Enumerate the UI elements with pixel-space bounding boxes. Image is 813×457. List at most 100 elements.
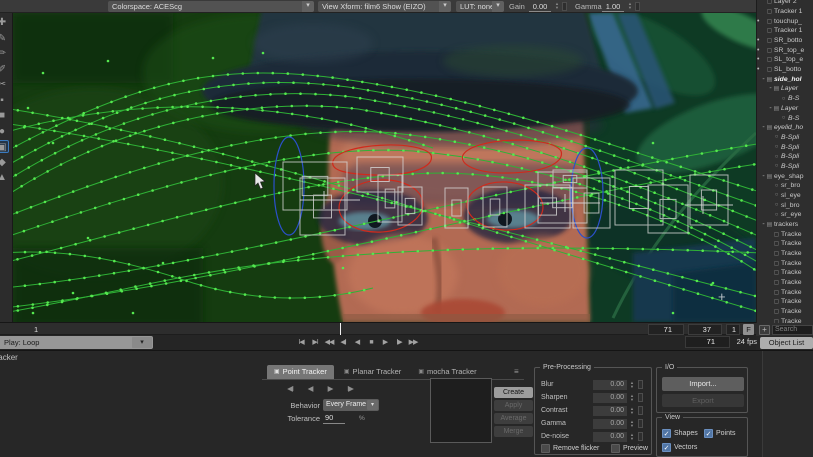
cut-tool-icon[interactable]: ✂: [0, 78, 9, 91]
step-back-button[interactable]: ◀I: [336, 336, 350, 349]
tree-item-b-s[interactable]: ○ B-S: [757, 113, 813, 123]
lut-dropdown[interactable]: LUT: none ▾: [456, 1, 504, 12]
tree-item-tracke[interactable]: ▢ Tracke: [757, 249, 813, 259]
step-field[interactable]: 1: [726, 324, 740, 335]
tree-item-sr-top-e[interactable]: • ▢ SR_top_e: [757, 45, 813, 55]
panel-menu-icon[interactable]: ≡: [514, 367, 519, 376]
param-spinner[interactable]: ▲ ▼: [629, 381, 635, 389]
tree-item-layer[interactable]: - ▤ Layer: [757, 84, 813, 94]
tree-item-layer[interactable]: - ▤ Layer: [757, 103, 813, 113]
tree-item-tracke[interactable]: ▢ Tracke: [757, 258, 813, 268]
play-reverse-button[interactable]: ◀: [350, 336, 364, 349]
current-frame-field[interactable]: 37: [688, 324, 722, 335]
tab-mocha-tracker[interactable]: ▣ mocha Tracker: [411, 365, 483, 379]
tree-item-layer-2[interactable]: ▢ Layer 2: [757, 0, 813, 7]
param-anim-button[interactable]: [638, 406, 643, 415]
param-anim-button[interactable]: [638, 432, 643, 441]
tree-item-eyelid-ho[interactable]: - ▤ eyelid_ho: [757, 123, 813, 133]
stop-button[interactable]: ■: [364, 336, 378, 349]
preview-checkbox[interactable]: [611, 444, 620, 453]
play-button[interactable]: ▶: [378, 336, 392, 349]
tree-item-tracke[interactable]: ▢ Tracke: [757, 229, 813, 239]
pen-tool-icon[interactable]: ✎: [0, 32, 9, 45]
colorspace-dropdown[interactable]: Colorspace: ACEScg ▾: [108, 1, 314, 12]
step-forward-button[interactable]: I▶: [392, 336, 406, 349]
merge-button[interactable]: Merge: [494, 426, 533, 437]
param-spinner[interactable]: ▲ ▼: [629, 433, 635, 441]
draw-tool-icon[interactable]: ✐: [0, 63, 9, 76]
gamma-field[interactable]: 0.00: [593, 419, 627, 429]
fast-forward-button[interactable]: ▶▶: [406, 336, 420, 349]
tree-item-side-hol[interactable]: - ▤ side_hol: [757, 74, 813, 84]
tree-item-sl-top-e[interactable]: • ▢ SL_top_e: [757, 55, 813, 65]
track-forward-button[interactable]: ▶: [320, 384, 340, 393]
zoom-tool-icon[interactable]: ▲: [0, 171, 9, 184]
tree-item-sr-bro[interactable]: ○ sr_bro: [757, 181, 813, 191]
remove-flicker-checkbox[interactable]: [541, 444, 550, 453]
de-noise-field[interactable]: 0.00: [593, 432, 627, 442]
add-object-button[interactable]: +: [759, 325, 770, 335]
tree-item-trackers[interactable]: - ▤ trackers: [757, 220, 813, 230]
shapes-checkbox[interactable]: ✓: [662, 429, 671, 438]
view-xform-dropdown[interactable]: View Xform: film6 Show (EIZO) ▾: [318, 1, 451, 12]
tracker-tool-icon[interactable]: ▣: [0, 140, 9, 153]
param-anim-button[interactable]: [638, 393, 643, 402]
param-anim-button[interactable]: [638, 380, 643, 389]
fit-timeline-button[interactable]: F: [743, 324, 754, 335]
tree-item-sl-eye[interactable]: ○ sl_eye: [757, 191, 813, 201]
behavior-dropdown[interactable]: Every Frame ▾: [323, 399, 379, 411]
gain-anim-button[interactable]: [562, 2, 567, 11]
create-button[interactable]: Create: [494, 387, 533, 398]
tree-item-tracke[interactable]: ▢ Tracke: [757, 239, 813, 249]
gamma-anim-button[interactable]: [635, 2, 640, 11]
pencil-tool-icon[interactable]: ✏: [0, 47, 9, 60]
rect-tool-icon[interactable]: ■: [0, 109, 9, 122]
play-mode-dropdown[interactable]: Play: Loop ▾: [0, 336, 153, 349]
tree-item-tracke[interactable]: ▢ Tracke: [757, 307, 813, 317]
track-back-button[interactable]: ◀: [300, 384, 320, 393]
points-checkbox[interactable]: ✓: [704, 429, 713, 438]
tree-item-tracke[interactable]: ▢ Tracke: [757, 287, 813, 297]
object-list-button[interactable]: Object List: [760, 337, 813, 349]
tree-item-sr-eye[interactable]: ○ sr_eye: [757, 210, 813, 220]
sharpen-field[interactable]: 0.00: [593, 393, 627, 403]
param-spinner[interactable]: ▲ ▼: [629, 407, 635, 415]
tree-item-tracke[interactable]: ▢ Tracke: [757, 297, 813, 307]
viewer-canvas[interactable]: +: [13, 13, 756, 322]
import-button[interactable]: Import...: [662, 377, 744, 391]
tree-item-tracker-1[interactable]: ▢ Tracker 1: [757, 26, 813, 36]
tree-item-b-s[interactable]: ○ B-S: [757, 94, 813, 104]
tree-item-b-spli[interactable]: ○ B-Spli: [757, 133, 813, 143]
tree-item-sr-botto[interactable]: • ▢ SR_botto: [757, 36, 813, 46]
tree-item-b-spli[interactable]: ○ B-Spli: [757, 152, 813, 162]
search-input[interactable]: Search: [772, 325, 813, 335]
average-button[interactable]: Average: [494, 413, 533, 424]
contrast-field[interactable]: 0.00: [593, 406, 627, 416]
param-spinner[interactable]: ▲ ▼: [629, 420, 635, 428]
go-in-button[interactable]: I◀: [294, 336, 308, 349]
blur-field[interactable]: 0.00: [593, 380, 627, 390]
gamma-field[interactable]: 1.00: [602, 2, 624, 12]
vectors-checkbox[interactable]: ✓: [662, 443, 671, 452]
param-spinner[interactable]: ▲ ▼: [629, 394, 635, 402]
gain-field[interactable]: 0.00: [529, 2, 551, 12]
rewind-button[interactable]: ◀◀: [322, 336, 336, 349]
tree-item-b-spli[interactable]: ○ B-Spli: [757, 142, 813, 152]
go-out-button[interactable]: ▶I: [308, 336, 322, 349]
tree-item-touchup-[interactable]: • ▢ touchup_: [757, 16, 813, 26]
gamma-spinner[interactable]: ▲ ▼: [627, 2, 633, 10]
point-tool-icon[interactable]: ▪: [0, 94, 9, 107]
tab-point-tracker[interactable]: ▣ Point Tracker: [267, 365, 334, 379]
param-anim-button[interactable]: [638, 419, 643, 428]
transform-tool-icon[interactable]: ◆: [0, 156, 9, 169]
out-frame-field[interactable]: 71: [648, 324, 684, 335]
export-button[interactable]: Export: [662, 394, 744, 407]
tree-item-tracke[interactable]: ▢ Tracke: [757, 278, 813, 288]
track-forward-frame-button[interactable]: I▶: [340, 384, 360, 393]
tree-item-sl-botto[interactable]: • ▢ SL_botto: [757, 65, 813, 75]
track-back-frame-button[interactable]: ◀I: [280, 384, 300, 393]
tree-item-eye-shap[interactable]: - ▤ eye_shap: [757, 171, 813, 181]
timeline-ruler[interactable]: 1 71 37 1 F: [0, 322, 756, 336]
tree-item-b-spli[interactable]: ○ B-Spli: [757, 162, 813, 172]
tree-item-sl-bro[interactable]: ○ sl_bro: [757, 200, 813, 210]
